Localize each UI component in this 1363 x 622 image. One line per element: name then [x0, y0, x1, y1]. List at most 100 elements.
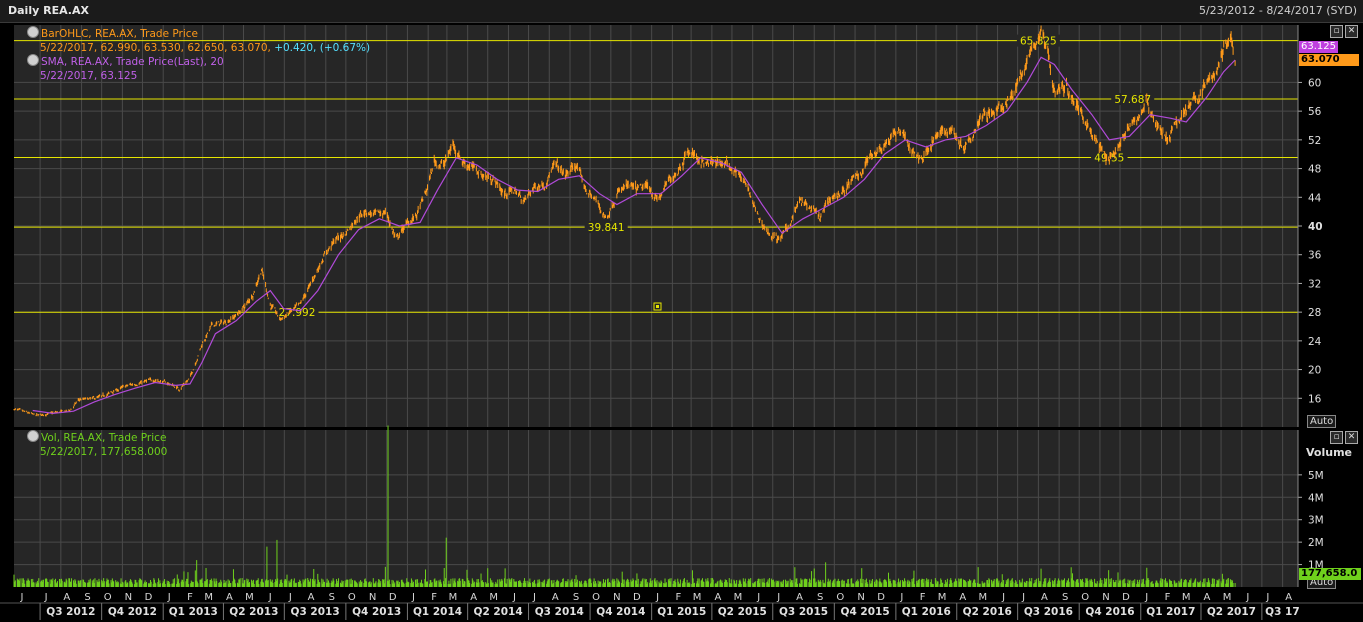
quarter-label: Q3 17	[1265, 606, 1300, 618]
month-label: D	[1122, 592, 1130, 603]
month-label: M	[245, 592, 254, 603]
volume-axis-title: Volume	[1306, 446, 1352, 459]
volume-legend-values: 5/22/2017, 177,658.000	[40, 446, 168, 458]
bar-legend: BarOHLC, REA.AX, Trade Price 5/22/2017, …	[27, 26, 370, 55]
month-label: O	[836, 592, 844, 603]
quarter-label: Q1 2016	[902, 606, 951, 618]
month-label: M	[693, 592, 702, 603]
month-label: A	[470, 592, 477, 603]
price-last-tag: 63.070	[1299, 54, 1359, 66]
month-label: J	[268, 592, 272, 603]
month-label: O	[1081, 592, 1089, 603]
month-label: S	[817, 592, 823, 603]
price-tick-label: 28	[1308, 307, 1321, 319]
month-label: D	[633, 592, 641, 603]
quarter-label: Q3 2016	[1024, 606, 1073, 618]
volume-tick-label: 4M	[1308, 492, 1324, 504]
month-label: A	[796, 592, 803, 603]
month-label: A	[959, 592, 966, 603]
quarter-label: Q2 2016	[963, 606, 1012, 618]
price-tick-label: 40	[1308, 221, 1323, 233]
quarter-label: Q1 2015	[657, 606, 706, 618]
month-label: J	[1245, 592, 1249, 603]
clock-icon[interactable]	[27, 430, 39, 442]
month-label: F	[676, 592, 682, 603]
month-label: O	[592, 592, 600, 603]
month-label: F	[1165, 592, 1171, 603]
quarter-label: Q4 2015	[841, 606, 890, 618]
month-label: A	[1285, 592, 1292, 603]
horizontal-line-label: 57.687	[1114, 94, 1151, 106]
month-label: J	[1144, 592, 1148, 603]
month-label: O	[104, 592, 112, 603]
horizontal-line-label: 39.841	[588, 222, 625, 234]
price-tick-label: 36	[1308, 250, 1322, 262]
month-label: M	[734, 592, 743, 603]
sma-legend: SMA, REA.AX, Trade Price(Last), 20 5/22/…	[27, 54, 224, 83]
month-label: J	[899, 592, 903, 603]
month-label: S	[573, 592, 579, 603]
restore-icon: ▫	[1333, 26, 1340, 36]
month-label: J	[1265, 592, 1269, 603]
quarter-label: Q2 2015	[718, 606, 767, 618]
bar-legend-change: +0.420, (+0.67%)	[274, 42, 371, 54]
quarter-label: Q4 2013	[352, 606, 401, 618]
month-label: M	[938, 592, 947, 603]
month-label: F	[920, 592, 926, 603]
volume-tick-label: 3M	[1308, 515, 1324, 527]
chart-area[interactable]: 65.82557.68749.5539.84127.992 1620242832…	[0, 0, 1363, 622]
month-label: J	[44, 592, 48, 603]
volume-legend-name: Vol, REA.AX, Trade Price	[41, 432, 167, 444]
month-label: N	[125, 592, 132, 603]
month-label: S	[84, 592, 90, 603]
bar-legend-name: BarOHLC, REA.AX, Trade Price	[41, 28, 198, 40]
quarter-label: Q3 2013	[291, 606, 340, 618]
month-label: M	[449, 592, 458, 603]
month-label: J	[655, 592, 659, 603]
volume-legend: Vol, REA.AX, Trade Price 5/22/2017, 177,…	[27, 430, 167, 459]
month-label: N	[369, 592, 376, 603]
month-label: M	[1182, 592, 1191, 603]
quarter-label: Q4 2014	[596, 606, 645, 618]
restore-icon: ▫	[1333, 432, 1340, 442]
restore-button[interactable]: ▫	[1330, 431, 1343, 444]
price-tick-label: 56	[1308, 106, 1322, 118]
close-icon: ✕	[1347, 432, 1356, 442]
month-label: N	[1102, 592, 1109, 603]
close-icon: ✕	[1347, 26, 1356, 36]
month-label: N	[613, 592, 620, 603]
quarter-label: Q2 2014	[474, 606, 523, 618]
quarter-label: Q3 2014	[535, 606, 584, 618]
volume-tick-label: 5M	[1308, 470, 1324, 482]
clock-icon[interactable]	[27, 26, 39, 38]
close-button[interactable]: ✕	[1345, 25, 1358, 38]
volume-tick-label: 2M	[1308, 537, 1324, 549]
restore-button[interactable]: ▫	[1330, 25, 1343, 38]
month-label: A	[226, 592, 233, 603]
month-label: A	[63, 592, 70, 603]
price-tick-label: 32	[1308, 278, 1321, 290]
auto-scale-button[interactable]: Auto	[1307, 415, 1337, 428]
price-tick-label: 20	[1308, 365, 1321, 377]
sma-last-tag: 63.125	[1299, 41, 1338, 53]
month-label: O	[348, 592, 356, 603]
month-label: F	[187, 592, 193, 603]
close-button[interactable]: ✕	[1345, 431, 1358, 444]
month-label: M	[1223, 592, 1232, 603]
month-label: S	[1062, 592, 1068, 603]
month-label: D	[877, 592, 885, 603]
month-label: J	[1001, 592, 1005, 603]
month-label: J	[411, 592, 415, 603]
month-label: S	[329, 592, 335, 603]
quarter-label: Q1 2013	[169, 606, 218, 618]
clock-icon[interactable]	[27, 54, 39, 66]
month-label: J	[756, 592, 760, 603]
selection-handle-dot	[656, 305, 659, 308]
month-label: M	[489, 592, 498, 603]
month-label: D	[145, 592, 153, 603]
quarter-label: Q2 2017	[1207, 606, 1256, 618]
quarter-label: Q3 2015	[779, 606, 828, 618]
month-label: J	[167, 592, 171, 603]
price-tick-label: 52	[1308, 135, 1321, 147]
month-label: J	[512, 592, 516, 603]
